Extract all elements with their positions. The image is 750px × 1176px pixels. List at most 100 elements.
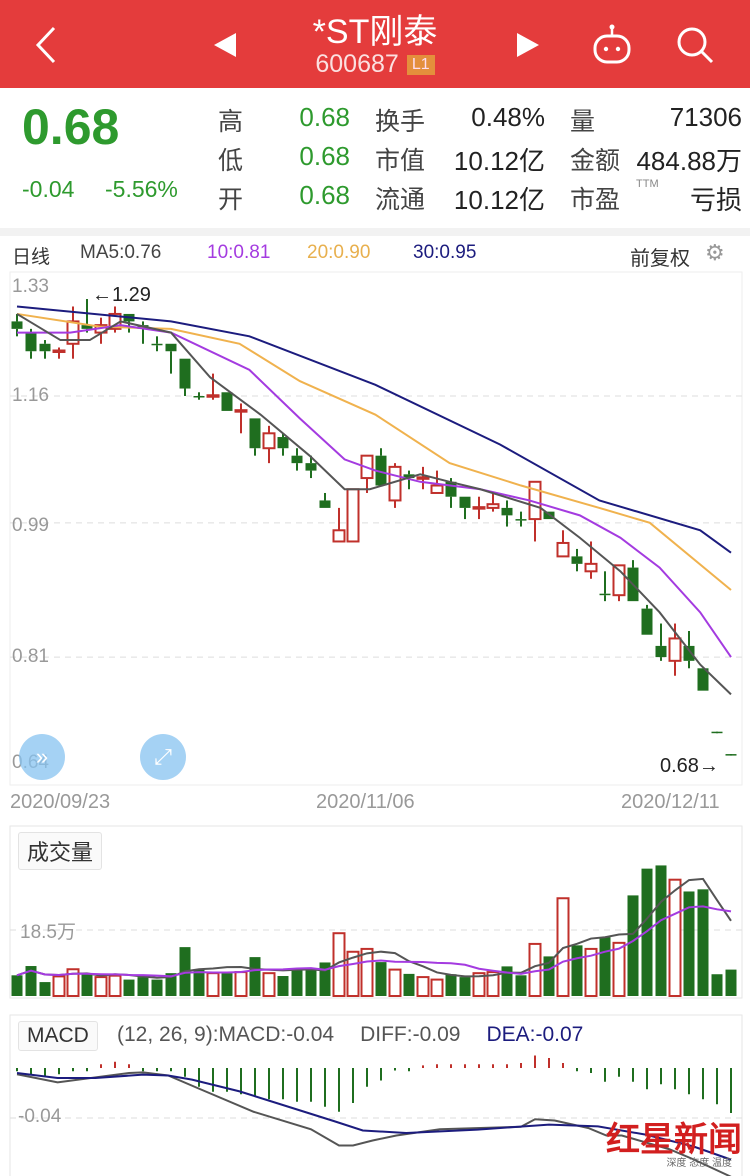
- volume-bar: [138, 977, 149, 996]
- price-axis-label: 0.99: [12, 515, 49, 537]
- volume-bar: [222, 973, 233, 996]
- candle: [600, 571, 611, 601]
- volume-bar: [726, 970, 737, 996]
- candle-body: [250, 418, 261, 448]
- candle: [432, 471, 443, 493]
- candle: [264, 426, 275, 463]
- volume-bar: [656, 865, 667, 996]
- max-price-marker: ←1.29: [92, 284, 151, 307]
- candle-body: [152, 344, 163, 346]
- candle: [82, 299, 93, 333]
- candle: [488, 493, 499, 512]
- volume-bar: [404, 974, 415, 996]
- candle-body: [194, 396, 205, 398]
- candle-body: [264, 433, 275, 448]
- ma20-line: [17, 314, 731, 590]
- volume-bar: [460, 977, 471, 996]
- candle: [166, 344, 177, 374]
- candle-body: [502, 508, 513, 515]
- fullscreen-button[interactable]: ⤢: [140, 734, 186, 780]
- candle-body: [166, 344, 177, 351]
- volume-bar: [54, 976, 65, 996]
- min-price-marker: 0.68→: [660, 755, 719, 778]
- volume-bar: [264, 973, 275, 996]
- candle-body: [208, 395, 219, 397]
- candle: [348, 489, 359, 541]
- candle: [40, 340, 51, 359]
- candle: [656, 624, 667, 661]
- macd-axis-label: -0.04: [18, 1106, 61, 1128]
- candle-body: [320, 500, 331, 507]
- kline-chart[interactable]: [0, 0, 750, 1176]
- candle-body: [236, 410, 247, 412]
- candle: [642, 605, 653, 635]
- volume-bar: [110, 976, 121, 996]
- candle-body: [586, 564, 597, 571]
- volume-bar: [418, 977, 429, 996]
- candle: [390, 463, 401, 508]
- volume-bar: [516, 975, 527, 996]
- volume-axis-label: 18.5万: [20, 917, 76, 944]
- candle: [334, 508, 345, 542]
- macd-indicator-tab[interactable]: MACD: [18, 1021, 98, 1051]
- candle: [362, 456, 373, 493]
- candle-body: [642, 609, 653, 635]
- volume-bar: [698, 889, 709, 996]
- price-axis-label: 0.81: [12, 646, 49, 668]
- candle-body: [460, 497, 471, 508]
- candle-body: [40, 344, 51, 351]
- candle-body: [306, 463, 317, 470]
- dea-value: DEA:-0.07: [486, 1023, 583, 1046]
- candle-body: [26, 333, 37, 352]
- candle-body: [348, 489, 359, 541]
- diff-value: DIFF:-0.09: [360, 1023, 460, 1046]
- volume-bar: [628, 895, 639, 996]
- candle: [572, 549, 583, 571]
- price-axis-label: 1.33: [12, 276, 49, 298]
- candle: [54, 348, 65, 359]
- macd-params: (12, 26, 9):MACD:-0.04: [117, 1023, 334, 1046]
- volume-bar: [292, 970, 303, 996]
- ma5-line: [17, 314, 731, 694]
- candle: [376, 448, 387, 485]
- expand-sidebar-button[interactable]: »: [19, 734, 65, 780]
- candle-body: [726, 754, 737, 756]
- volume-bar: [446, 974, 457, 996]
- candle: [110, 306, 121, 332]
- candle-body: [54, 350, 65, 352]
- candle: [418, 467, 429, 489]
- volume-indicator-tab[interactable]: 成交量: [18, 832, 102, 870]
- volume-bar: [362, 949, 373, 996]
- candle: [292, 448, 303, 470]
- candle-body: [418, 477, 429, 479]
- date-label-end: 2020/12/11: [621, 791, 720, 814]
- volume-bar: [600, 937, 611, 996]
- candle-body: [656, 646, 667, 657]
- volume-bar: [124, 980, 135, 996]
- volume-bar: [376, 962, 387, 996]
- volume-bar: [82, 973, 93, 996]
- volume-bar: [670, 880, 681, 996]
- volume-bar: [40, 982, 51, 996]
- candle: [460, 497, 471, 519]
- candle-body: [684, 646, 695, 661]
- macd-values: (12, 26, 9):MACD:-0.04 DIFF:-0.09 DEA:-0.0…: [117, 1023, 609, 1047]
- candle: [558, 530, 569, 556]
- candle: [194, 392, 205, 399]
- candle: [306, 456, 317, 478]
- candle: [320, 493, 331, 508]
- volume-bar: [712, 974, 723, 996]
- volume-bar: [614, 943, 625, 996]
- volume-bar: [306, 970, 317, 996]
- candle-body: [12, 321, 23, 328]
- candle-body: [222, 392, 233, 411]
- candle-body: [292, 456, 303, 463]
- candle: [222, 392, 233, 411]
- volume-bar: [12, 975, 23, 996]
- ma10-line: [17, 325, 731, 657]
- candle-body: [572, 556, 583, 563]
- candle-body: [334, 530, 345, 541]
- date-label-mid: 2020/11/06: [316, 791, 415, 814]
- volume-bar: [432, 980, 443, 996]
- candle: [236, 403, 247, 433]
